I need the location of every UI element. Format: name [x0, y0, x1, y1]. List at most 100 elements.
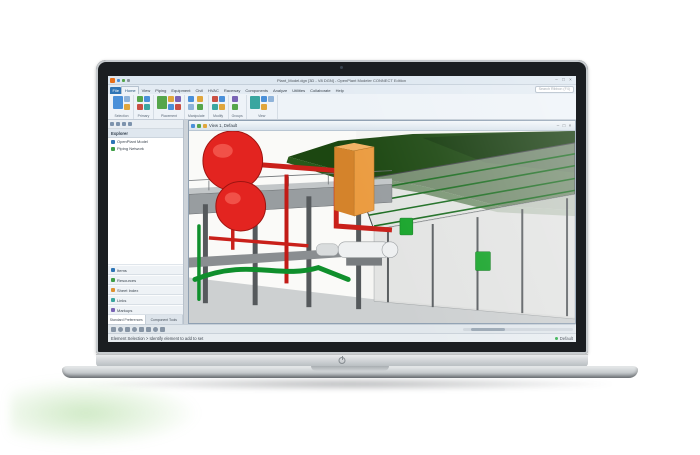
tab-components[interactable]: Components	[243, 87, 271, 94]
viewport-3d-canvas[interactable]	[189, 131, 575, 323]
structure-column	[203, 204, 208, 303]
ribbon-group-modify: Modify	[209, 95, 229, 119]
tree-item-label: Piping Network	[117, 146, 144, 151]
undo-icon[interactable]	[122, 79, 125, 82]
tab-utilities[interactable]: Utilities	[290, 87, 308, 94]
ribbon-icon[interactable]	[212, 96, 218, 102]
view-rotate-icon[interactable]	[203, 124, 207, 128]
ribbon-group-groups: Groups	[229, 95, 247, 119]
status-right: Default	[555, 336, 573, 341]
zoom-in-icon[interactable]	[132, 327, 137, 332]
panel-section-label: Resources	[117, 278, 136, 283]
ribbon-icon[interactable]	[261, 96, 267, 102]
settings-icon[interactable]	[128, 122, 132, 126]
view-next-icon[interactable]	[160, 327, 165, 332]
ribbon-icon[interactable]	[124, 96, 130, 102]
resources-icon	[111, 278, 115, 282]
markups-icon	[111, 308, 115, 312]
tree-item[interactable]: OpenPlant Model	[108, 138, 183, 145]
window-area-icon[interactable]	[146, 327, 151, 332]
close-icon[interactable]: ×	[567, 76, 574, 84]
tab-collaborate[interactable]: Collaborate	[308, 87, 333, 94]
tab-hvac[interactable]: HVAC	[206, 87, 222, 94]
view-window-title-bar[interactable]: View 1, Default – □ ×	[189, 121, 575, 131]
minimize-icon[interactable]: –	[553, 76, 560, 84]
page-background: Plant_Model.dgn [3D - V8 DGN] - OpenPlan…	[0, 0, 700, 455]
panel-section[interactable]: Markups	[108, 305, 183, 315]
zoom-out-icon[interactable]	[139, 327, 144, 332]
tab-view[interactable]: View	[139, 87, 153, 94]
ribbon-icons	[113, 96, 130, 111]
panel-section[interactable]: Sheet Index	[108, 285, 183, 295]
tab-raceway[interactable]: Raceway	[221, 87, 242, 94]
horizontal-scrollbar[interactable]	[463, 328, 573, 331]
ribbon-icon[interactable]	[232, 104, 238, 110]
red-pipe-vertical	[285, 175, 289, 284]
ribbon-icon[interactable]	[197, 96, 203, 102]
laptop-shadow	[80, 377, 620, 391]
ribbon-icon[interactable]	[188, 96, 194, 102]
save-icon[interactable]	[117, 79, 120, 82]
panel-section[interactable]: Resources	[108, 275, 183, 285]
ribbon-icons	[232, 96, 243, 111]
scrollbar-thumb[interactable]	[471, 328, 505, 331]
ribbon-icon[interactable]	[261, 104, 267, 110]
maximize-icon[interactable]: □	[560, 76, 567, 84]
panel-tab-component-tools[interactable]: Component Tools	[146, 315, 184, 324]
ribbon-group-manipulate: Manipulate	[185, 95, 209, 119]
ribbon-icon[interactable]	[144, 96, 150, 102]
view-close-icon[interactable]: ×	[567, 122, 573, 130]
ribbon-icon[interactable]	[175, 96, 181, 102]
ribbon-icon[interactable]	[212, 104, 218, 110]
tab-help[interactable]: Help	[333, 87, 346, 94]
panel-section[interactable]: Links	[108, 295, 183, 305]
ribbon-icon[interactable]	[157, 96, 167, 109]
tab-analyze[interactable]: Analyze	[271, 87, 290, 94]
pan-view-icon[interactable]	[125, 327, 130, 332]
app-logo-icon	[110, 78, 115, 83]
panel-section-label: Sheet Index	[117, 288, 138, 293]
ribbon-icon[interactable]	[219, 104, 225, 110]
tree-item[interactable]: Piping Network	[108, 145, 183, 152]
tree-item-label: OpenPlant Model	[117, 139, 148, 144]
ribbon-icon[interactable]	[250, 96, 260, 109]
ribbon-icon[interactable]	[232, 96, 238, 102]
ribbon-icon[interactable]	[168, 104, 174, 110]
ribbon-icon[interactable]	[219, 96, 225, 102]
ribbon-icon[interactable]	[113, 96, 123, 109]
ribbon-icon[interactable]	[137, 104, 143, 110]
tab-file[interactable]: File	[110, 87, 121, 94]
search-icon[interactable]	[122, 122, 126, 126]
filter-icon[interactable]	[116, 122, 120, 126]
ribbon-icon[interactable]	[144, 104, 150, 110]
refresh-icon[interactable]	[110, 122, 114, 126]
fit-view-icon[interactable]	[111, 327, 116, 332]
ribbon-group-primary: Primary	[134, 95, 154, 119]
tab-home[interactable]: Home	[121, 86, 139, 94]
app-window: Plant_Model.dgn [3D - V8 DGN] - OpenPlan…	[108, 76, 576, 342]
rotate-view-icon[interactable]	[118, 327, 123, 332]
tab-equipment[interactable]: Equipment	[169, 87, 193, 94]
power-button[interactable]	[339, 357, 346, 364]
ribbon-icons	[188, 96, 205, 111]
ribbon-icon[interactable]	[124, 104, 130, 110]
tab-civil[interactable]: Civil	[193, 87, 206, 94]
links-icon	[111, 298, 115, 302]
ribbon-icon[interactable]	[197, 104, 203, 110]
panel-tab-standard-preferences[interactable]: Standard Preferences	[108, 315, 146, 324]
ribbon-icon[interactable]	[188, 104, 194, 110]
ribbon-icon[interactable]	[268, 96, 274, 102]
ribbon-group-label: Placement	[157, 113, 181, 119]
ribbon-group-label: Selection	[113, 113, 130, 119]
ribbon-icon[interactable]	[168, 96, 174, 102]
ribbon-icon[interactable]	[137, 96, 143, 102]
redo-icon[interactable]	[127, 79, 130, 82]
ribbon-icon[interactable]	[175, 104, 181, 110]
panel-section[interactable]: Items	[108, 265, 183, 275]
view-menu-icon[interactable]	[191, 124, 195, 128]
view-previous-icon[interactable]	[153, 327, 158, 332]
tab-piping[interactable]: Piping	[153, 87, 169, 94]
active-model-label[interactable]: Default	[560, 336, 573, 341]
ribbon-search-input[interactable]: Search Ribbon (F4)	[535, 86, 574, 93]
view-display-icon[interactable]	[197, 124, 201, 128]
